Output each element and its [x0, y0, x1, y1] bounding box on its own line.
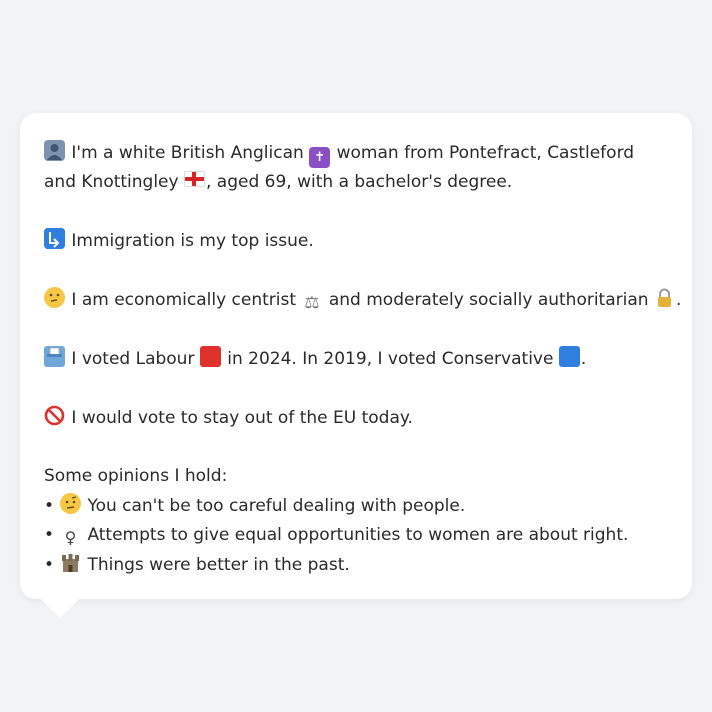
opinion-item: • Things were better in the past. — [44, 551, 668, 580]
balance-scale-icon: ⚖ — [304, 293, 320, 313]
opinions-heading: Some opinions I hold: — [44, 466, 228, 487]
thinking-face-icon — [44, 287, 65, 308]
opinion-item: • You can't be too careful dealing with … — [44, 492, 668, 521]
ballot-box-icon — [44, 345, 65, 367]
person-silhouette-icon — [44, 140, 65, 161]
profile-card: I'm a white British Anglican ✝ woman fro… — [20, 113, 692, 599]
no-entry-icon — [44, 405, 65, 426]
opinion-item: • ♀ Attempts to give equal opportunities … — [44, 521, 668, 550]
opinion-text: Things were better in the past. — [87, 554, 350, 575]
bullet: • — [44, 554, 55, 575]
opinion-text: Attempts to give equal opportunities to … — [87, 525, 629, 546]
identity-text-4: , aged 69, with a bachelor's degree. — [205, 172, 513, 193]
england-flag-icon — [183, 171, 205, 188]
eu-statement: I would vote to stay out of the EU today… — [44, 404, 668, 433]
vote-text-1: I voted Labour — [71, 348, 195, 369]
red-square-icon — [199, 345, 221, 367]
opinion-text: You can't be too careful dealing with pe… — [87, 495, 466, 516]
voting-history-statement: I voted Labour in 2024. In 2019, I voted… — [44, 345, 668, 374]
vote-text-3: . — [580, 348, 587, 369]
politics-text-3: . — [675, 290, 682, 310]
top-issue-statement: Immigration is my top issue. — [44, 227, 668, 256]
bubble-tail — [40, 598, 80, 618]
identity-text-1: I'm a white British Anglican — [71, 143, 304, 163]
vote-text-2: in 2024. In 2019, I voted Conservative — [227, 348, 554, 369]
blue-square-icon — [558, 345, 580, 367]
female-sign-icon: ♀ — [64, 528, 77, 548]
face-with-raised-eyebrow-icon — [60, 492, 82, 514]
identity-statement: I'm a white British Anglican ✝ woman fro… — [44, 139, 668, 198]
politics-text-2: and moderately socially authoritarian — [328, 290, 649, 310]
castle-icon — [60, 552, 81, 573]
politics-text-1: I am economically centrist — [71, 290, 297, 310]
eu-text: I would vote to stay out of the EU today… — [71, 407, 413, 428]
locked-padlock-icon — [654, 287, 675, 308]
bullet: • — [44, 495, 55, 516]
political-position-statement: I am economically centrist ⚖ and moderat… — [44, 286, 681, 315]
latin-cross-icon: ✝ — [309, 147, 331, 168]
top-issue-text: Immigration is my top issue. — [71, 231, 314, 252]
bullet: • — [44, 525, 55, 546]
identity-text-3: Knottingley — [81, 172, 179, 193]
immigration-icon — [44, 228, 65, 250]
